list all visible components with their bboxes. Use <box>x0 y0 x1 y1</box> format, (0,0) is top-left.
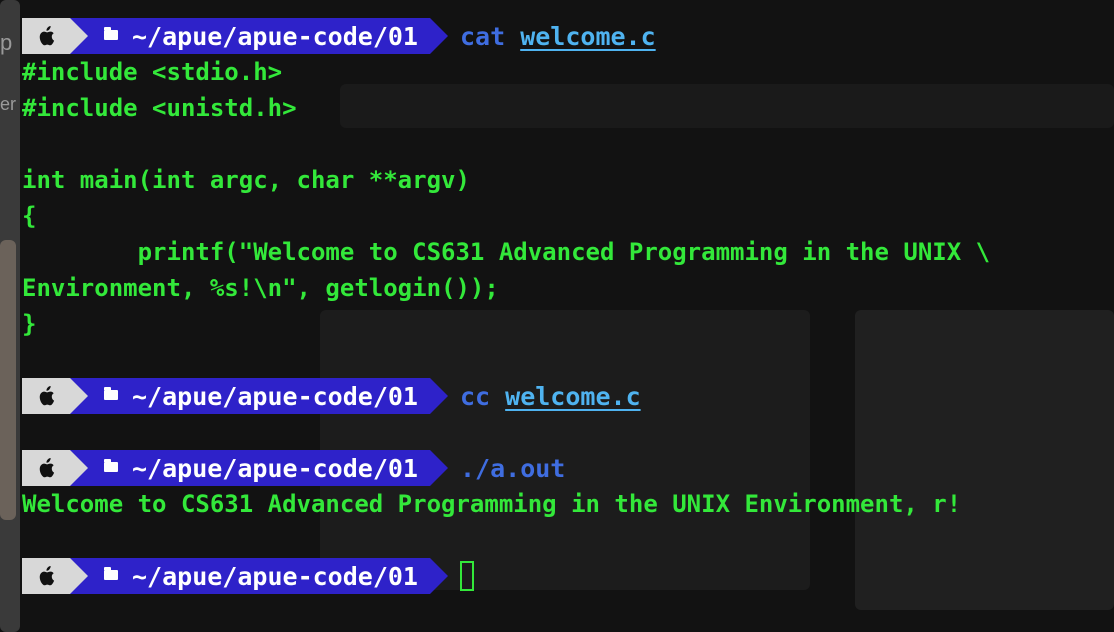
apple-icon <box>39 458 55 478</box>
prompt-path-segment: ~/apue/apue-code/01 <box>70 558 448 594</box>
prompt-os-segment <box>22 558 88 594</box>
terminal-window[interactable]: ~/apue/apue-code/01 cat welcome.c #inclu… <box>0 0 1114 632</box>
prompt-os-segment <box>22 378 88 414</box>
prompt-os-segment <box>22 450 88 486</box>
command-name: ./a.out <box>459 453 566 483</box>
prompt-path: ~/apue/apue-code/01 <box>132 561 418 591</box>
command-name: cc <box>459 381 491 411</box>
prompt-path-segment: ~/apue/apue-code/01 <box>70 378 448 414</box>
code-line: Environment, %s!\n", getlogin()); <box>22 274 499 302</box>
code-line: printf("Welcome to CS631 Advanced Progra… <box>22 238 991 266</box>
program-output: Welcome to CS631 Advanced Programming in… <box>22 490 962 518</box>
prompt-path: ~/apue/apue-code/01 <box>132 453 418 483</box>
shell-prompt: ~/apue/apue-code/01 ./a.out <box>22 450 565 486</box>
code-line: { <box>22 202 37 230</box>
folder-icon <box>104 387 118 400</box>
prompt-os-segment <box>22 18 88 54</box>
command-argument-link[interactable]: welcome.c <box>505 382 640 411</box>
apple-icon <box>39 26 55 46</box>
shell-prompt: ~/apue/apue-code/01 cc welcome.c <box>22 378 641 414</box>
shell-prompt: ~/apue/apue-code/01 <box>22 558 474 594</box>
prompt-path-segment: ~/apue/apue-code/01 <box>70 18 448 54</box>
prompt-path: ~/apue/apue-code/01 <box>132 21 418 51</box>
command-argument-link[interactable]: welcome.c <box>520 22 655 51</box>
folder-icon <box>104 27 118 40</box>
apple-icon <box>39 566 55 586</box>
code-line: #include <unistd.h> <box>22 94 297 122</box>
code-line: #include <stdio.h> <box>22 58 283 86</box>
code-line: int main(int argc, char **argv) <box>22 166 470 194</box>
command-text: cc welcome.c <box>460 382 641 411</box>
prompt-path: ~/apue/apue-code/01 <box>132 381 418 411</box>
prompt-path-segment: ~/apue/apue-code/01 <box>70 450 448 486</box>
command-text: cat welcome.c <box>460 22 656 51</box>
command-text: ./a.out <box>460 454 565 483</box>
text-cursor[interactable] <box>459 561 474 591</box>
apple-icon <box>39 386 55 406</box>
shell-prompt: ~/apue/apue-code/01 cat welcome.c <box>22 18 656 54</box>
code-line: } <box>22 310 37 338</box>
command-name: cat <box>459 21 506 51</box>
folder-icon <box>104 459 118 472</box>
folder-icon <box>104 567 118 580</box>
